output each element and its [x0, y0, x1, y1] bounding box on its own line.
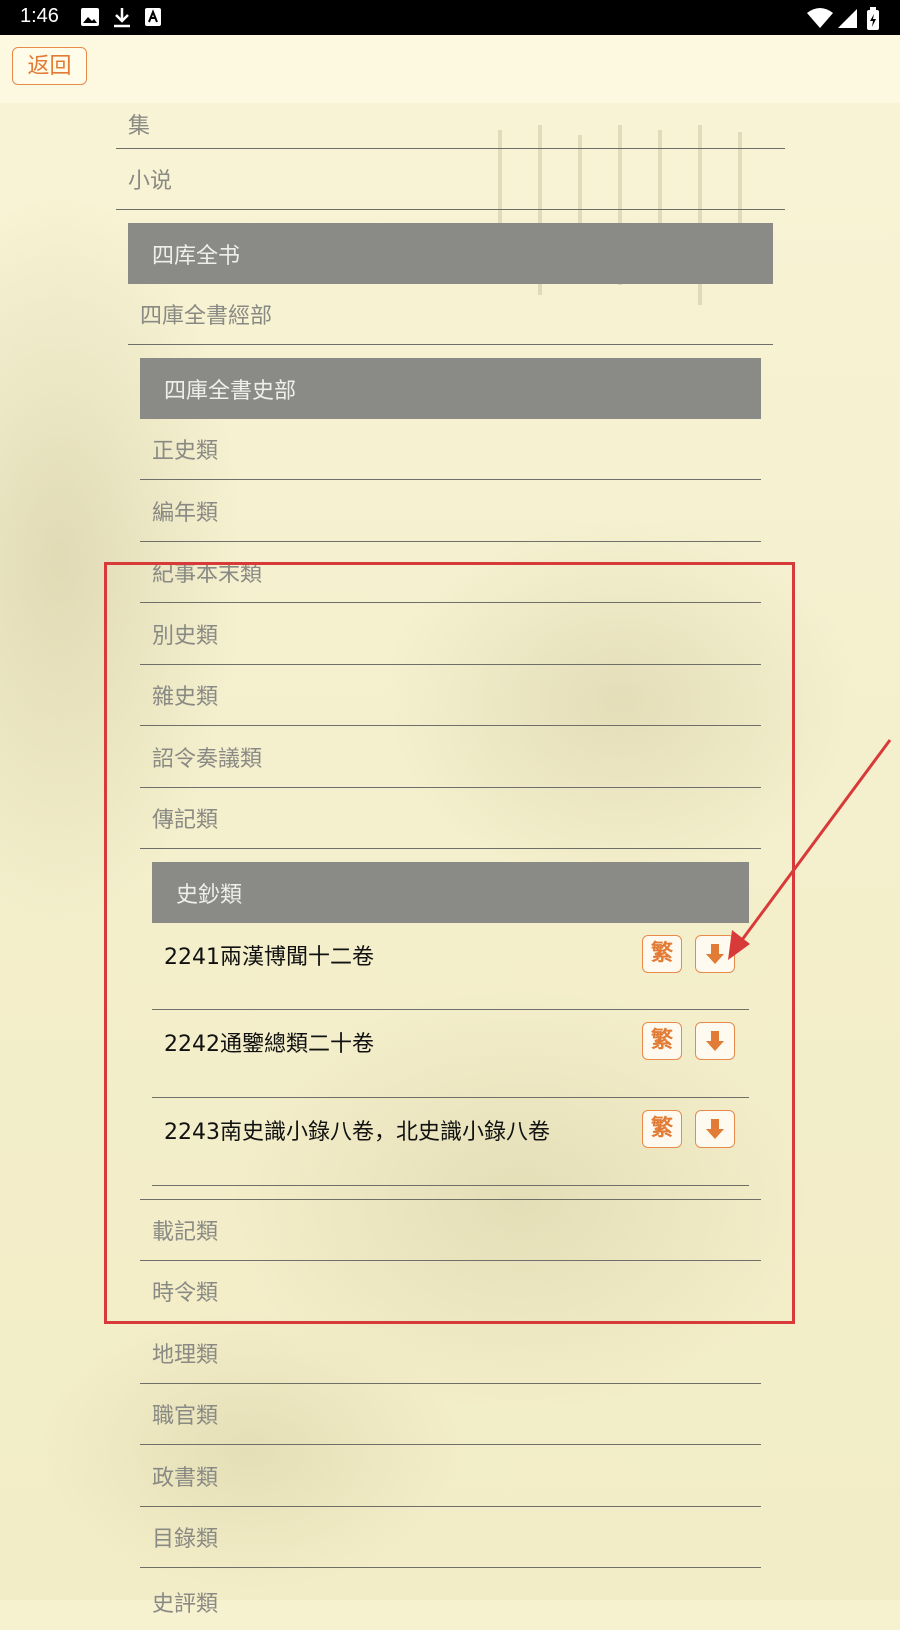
- section-header-label: 四库全书: [152, 243, 241, 269]
- category-label: 職官類: [152, 1404, 219, 1429]
- category-label: 地理類: [152, 1342, 219, 1368]
- status-bar: 1:46: [0, 0, 900, 35]
- section-header-label: 四庫全書史部: [164, 378, 297, 404]
- category-label: 四庫全書經部: [140, 304, 273, 329]
- category-biannian[interactable]: 編年類: [140, 480, 761, 542]
- top-bar: 返回: [0, 35, 900, 103]
- category-label: 正史類: [152, 439, 219, 464]
- back-button[interactable]: 返回: [12, 47, 87, 85]
- category-shiping[interactable]: 史評類: [140, 1568, 761, 1630]
- category-mulu[interactable]: 目錄類: [140, 1507, 761, 1568]
- status-time: 1:46: [20, 5, 59, 27]
- category-label: 編年類: [152, 500, 219, 526]
- battery-icon: [867, 7, 879, 30]
- wifi-icon: [807, 8, 833, 28]
- highlight-box: [104, 562, 795, 1324]
- category-jingbu[interactable]: 四庫全書經部: [128, 284, 773, 345]
- category-xiaoshuo[interactable]: 小说: [116, 149, 785, 210]
- category-dili[interactable]: 地理類: [140, 1322, 761, 1384]
- section-header-shibu[interactable]: 四庫全書史部: [140, 358, 761, 419]
- category-label: 集: [128, 114, 151, 139]
- section-header-siku[interactable]: 四库全书: [128, 223, 773, 284]
- category-zhiguan[interactable]: 職官類: [140, 1384, 761, 1445]
- signal-icon: [838, 9, 857, 28]
- category-label: 目錄類: [152, 1527, 219, 1552]
- image-icon: [81, 8, 99, 26]
- category-label: 政書類: [152, 1465, 219, 1491]
- category-label: 小说: [128, 169, 173, 194]
- category-zhengshi[interactable]: 正史類: [140, 419, 761, 480]
- font-icon: [145, 8, 161, 26]
- category-zhengshu[interactable]: 政書類: [140, 1445, 761, 1507]
- category-ji[interactable]: 集: [116, 100, 785, 149]
- annotation-arrow-icon: [728, 739, 892, 960]
- download-icon: [114, 8, 130, 28]
- category-label: 史評類: [152, 1592, 219, 1617]
